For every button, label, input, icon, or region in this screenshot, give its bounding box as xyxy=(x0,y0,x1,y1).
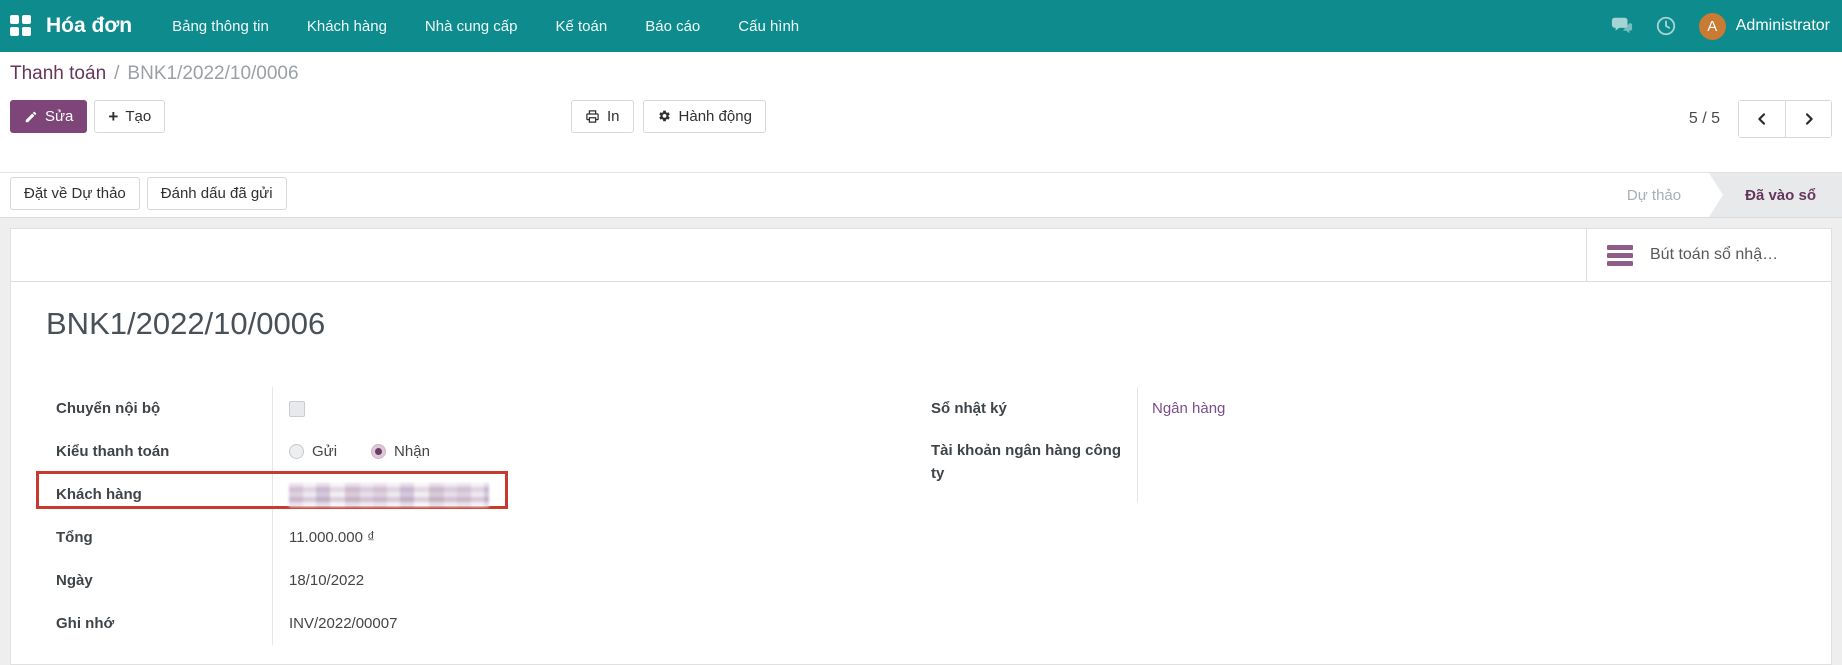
edit-button-label: Sửa xyxy=(45,108,74,125)
journal-value-link[interactable]: Ngân hàng xyxy=(1152,400,1225,417)
pager xyxy=(1738,100,1832,138)
field-row-customer: Khách hàng xyxy=(36,471,696,516)
pencil-icon xyxy=(25,111,37,122)
app-title[interactable]: Hóa đơn xyxy=(46,14,132,38)
internal-transfer-label: Chuyển nội bộ xyxy=(56,387,273,430)
payment-type-label: Kiểu thanh toán xyxy=(56,430,273,473)
chevron-left-icon xyxy=(1758,113,1766,125)
field-row-amount: Tổng 11.000.000 ₫ xyxy=(56,516,696,559)
field-row-date: Ngày 18/10/2022 xyxy=(56,559,696,602)
action-button[interactable]: Hành động xyxy=(642,100,766,133)
top-navbar: Hóa đơn Bảng thông tin Khách hàng Nhà cu… xyxy=(0,0,1842,52)
print-button[interactable]: In xyxy=(571,100,634,133)
pager-previous-button[interactable] xyxy=(1739,101,1785,137)
plus-icon: + xyxy=(108,107,119,126)
content-area: Bút toán sổ nhậ… BNK1/2022/10/0006 Chuyể… xyxy=(0,218,1842,665)
sheet-header: Bút toán sổ nhậ… xyxy=(11,229,1831,282)
create-button[interactable]: + Tạo xyxy=(94,100,166,133)
reset-to-draft-button[interactable]: Đặt về Dự thảo xyxy=(10,177,140,210)
menu-item-configuration[interactable]: Cấu hình xyxy=(738,2,799,51)
radio-unchecked-icon[interactable] xyxy=(289,444,304,459)
control-panel: Sửa + Tạo In Hành động 5 / 5 xyxy=(0,95,1842,173)
bank-account-label: Tài khoản ngân hàng công ty xyxy=(931,430,1138,502)
menu-item-reports[interactable]: Báo cáo xyxy=(645,2,700,51)
stage-posted[interactable]: Đã vào sổ xyxy=(1709,173,1842,217)
customer-value-redacted[interactable] xyxy=(289,482,489,507)
journal-entry-stat-button[interactable]: Bút toán sổ nhậ… xyxy=(1586,229,1831,281)
print-button-label: In xyxy=(607,108,620,125)
gear-icon xyxy=(658,110,670,122)
date-label: Ngày xyxy=(56,559,273,602)
action-button-label: Hành động xyxy=(678,108,752,125)
menu-item-customers[interactable]: Khách hàng xyxy=(307,2,387,51)
payment-type-option-receive[interactable]: Nhận xyxy=(371,443,430,460)
memo-value: INV/2022/00007 xyxy=(289,615,398,632)
printer-icon xyxy=(586,110,599,123)
field-row-memo: Ghi nhớ INV/2022/00007 xyxy=(56,602,696,645)
pager-next-button[interactable] xyxy=(1785,101,1831,137)
customer-label: Khách hàng xyxy=(56,473,273,516)
memo-label: Ghi nhớ xyxy=(56,602,273,645)
statusbar: Đặt về Dự thảo Đánh dấu đã gửi Dự thảo Đ… xyxy=(0,173,1842,218)
breadcrumb-parent-link[interactable]: Thanh toán xyxy=(10,63,106,85)
form-sheet: Bút toán sổ nhậ… BNK1/2022/10/0006 Chuyể… xyxy=(10,228,1832,665)
menu-item-accounting[interactable]: Kế toán xyxy=(556,2,608,51)
field-row-payment-type: Kiểu thanh toán Gửi Nhận xyxy=(56,430,696,473)
payment-type-send-label: Gửi xyxy=(312,443,338,460)
amount-label: Tổng xyxy=(56,516,273,559)
record-title: BNK1/2022/10/0006 xyxy=(46,306,326,341)
amount-value: 11.000.000 ₫ xyxy=(289,529,375,546)
pager-counter: 5 / 5 xyxy=(1688,110,1720,127)
breadcrumb-separator: / xyxy=(114,62,120,84)
radio-checked-icon[interactable] xyxy=(371,444,387,459)
navbar-right: A Administrator xyxy=(1611,12,1830,40)
stage-draft[interactable]: Dự thảo xyxy=(1627,173,1709,217)
messages-icon[interactable] xyxy=(1611,15,1633,37)
menu-item-vendors[interactable]: Nhà cung cấp xyxy=(425,2,518,51)
journal-label: Sổ nhật ký xyxy=(931,387,1138,430)
form-group-left: Chuyển nội bộ Kiểu thanh toán Gửi Nhận K… xyxy=(36,387,696,645)
chevron-right-icon xyxy=(1805,113,1813,125)
journal-entry-label: Bút toán sổ nhậ… xyxy=(1650,246,1779,263)
payment-type-option-send[interactable]: Gửi xyxy=(289,443,337,460)
form-group-right: Sổ nhật ký Ngân hàng Tài khoản ngân hàng… xyxy=(931,387,1551,502)
edit-button[interactable]: Sửa xyxy=(10,100,88,133)
user-menu[interactable]: Administrator xyxy=(1736,17,1830,35)
date-value: 18/10/2022 xyxy=(289,572,365,589)
avatar-initial: A xyxy=(1707,17,1718,35)
user-avatar[interactable]: A xyxy=(1698,12,1726,40)
breadcrumb: Thanh toán / BNK1/2022/10/0006 xyxy=(0,52,1842,95)
internal-transfer-checkbox[interactable] xyxy=(289,400,305,417)
journal-entry-icon xyxy=(1607,244,1633,266)
field-row-bank-account: Tài khoản ngân hàng công ty xyxy=(931,430,1551,502)
activities-clock-icon[interactable] xyxy=(1655,15,1677,37)
apps-grid-icon[interactable] xyxy=(10,15,32,37)
main-menu: Bảng thông tin Khách hàng Nhà cung cấp K… xyxy=(172,2,799,51)
field-row-journal: Sổ nhật ký Ngân hàng xyxy=(931,387,1551,430)
menu-item-dashboard[interactable]: Bảng thông tin xyxy=(172,2,269,51)
create-button-label: Tạo xyxy=(125,108,152,125)
payment-type-receive-label: Nhận xyxy=(394,443,430,460)
breadcrumb-current: BNK1/2022/10/0006 xyxy=(127,62,299,84)
mark-as-sent-button[interactable]: Đánh dấu đã gửi xyxy=(146,177,287,210)
status-stages: Dự thảo Đã vào sổ xyxy=(1627,173,1842,217)
field-row-internal-transfer: Chuyển nội bộ xyxy=(56,387,696,430)
